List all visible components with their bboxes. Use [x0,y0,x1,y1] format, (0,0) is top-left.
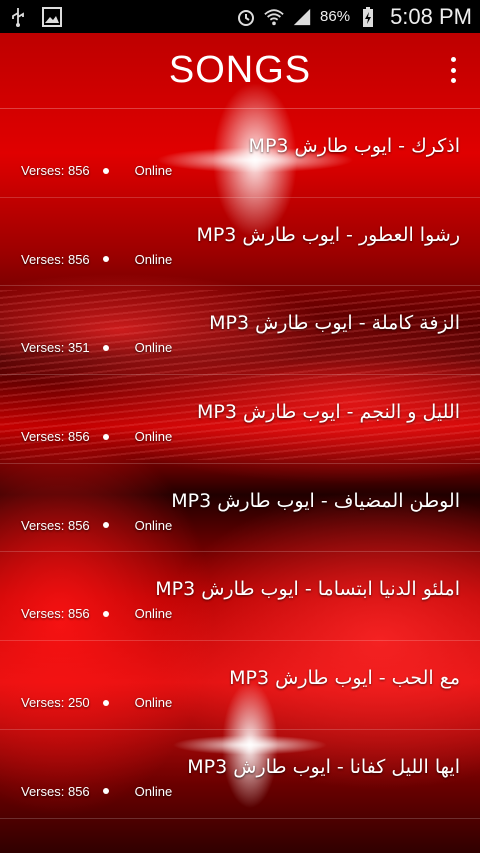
separator-dot [102,610,109,617]
list-item[interactable]: رشوا العطور - ايوب طارش MP3 Verses: 856 … [0,198,480,287]
list-item[interactable]: مع الحب - ايوب طارش MP3 Verses: 250 Onli… [0,641,480,730]
list-item[interactable]: الليل و النجم - ايوب طارش MP3 Verses: 85… [0,375,480,464]
song-title: املئو الدنيا ابتساما - ايوب طارش MP3 [155,578,460,601]
verses-count: Verses: 856 [21,606,90,622]
song-title: الوطن المضياف - ايوب طارش MP3 [171,489,460,512]
battery-charging-icon [358,6,378,27]
image-icon [42,6,62,27]
status-label: Online [134,517,173,533]
separator-dot [102,167,109,174]
page-title: SONGS [168,49,312,91]
verses-count: Verses: 856 [21,517,90,533]
song-meta: Verses: 250 Online [21,695,172,710]
song-title: الليل و النجم - ايوب طارش MP3 [197,401,460,424]
signal-icon [292,7,312,27]
overflow-menu-icon[interactable] [448,57,458,83]
usb-icon [8,7,28,27]
verses-count: Verses: 856 [21,251,90,267]
list-item[interactable]: املئو الدنيا ابتساما - ايوب طارش MP3 Ver… [0,552,480,642]
list-item[interactable]: الوطن المضياف - ايوب طارش MP3 Verses: 85… [0,464,480,553]
song-meta: Verses: 856 Online [21,252,172,267]
list-item[interactable]: اذكرك - ايوب طارش MP3 Verses: 856 Online [0,109,480,198]
status-label: Online [134,251,173,267]
status-bar: 86% 5:08 PM [0,0,480,33]
separator-dot [102,522,109,529]
song-meta: Verses: 856 Online [21,518,172,533]
verses-count: Verses: 250 [21,695,90,711]
wifi-icon [264,7,284,27]
song-meta: Verses: 856 Online [21,429,172,444]
status-label: Online [134,695,173,711]
separator-dot [102,256,109,263]
song-title: مع الحب - ايوب طارش MP3 [229,667,460,690]
status-label: Online [134,606,173,622]
song-title: اذكرك - ايوب طارش MP3 [248,135,460,157]
status-label: Online [134,163,173,178]
song-meta: Verses: 351 Online [21,340,172,355]
song-list: اذكرك - ايوب طارش MP3 Verses: 856 Online… [0,109,480,819]
verses-count: Verses: 351 [21,340,90,356]
separator-dot [102,788,109,795]
verses-count: Verses: 856 [21,783,90,799]
separator-dot [102,433,109,440]
alarm-icon [236,7,256,27]
song-title: رشوا العطور - ايوب طارش MP3 [196,223,460,246]
separator-dot [102,344,109,351]
verses-count: Verses: 856 [21,163,90,178]
status-label: Online [134,340,173,356]
separator-dot [102,699,109,706]
song-title: الزفة كاملة - ايوب طارش MP3 [209,312,460,335]
status-label: Online [134,783,173,799]
battery-percent: 86% [320,8,351,25]
song-title: ايها الليل كفانا - ايوب طارش MP3 [187,755,460,778]
clock: 5:08 PM [390,3,472,29]
action-bar: SONGS [0,33,480,109]
song-meta: Verses: 856 Online [21,606,172,621]
song-meta: Verses: 856 Online [21,163,172,178]
list-item[interactable]: الزفة كاملة - ايوب طارش MP3 Verses: 351 … [0,286,480,376]
list-item[interactable]: ايها الليل كفانا - ايوب طارش MP3 Verses:… [0,730,480,819]
status-label: Online [134,429,173,445]
song-meta: Verses: 856 Online [21,784,172,799]
verses-count: Verses: 856 [21,429,90,445]
